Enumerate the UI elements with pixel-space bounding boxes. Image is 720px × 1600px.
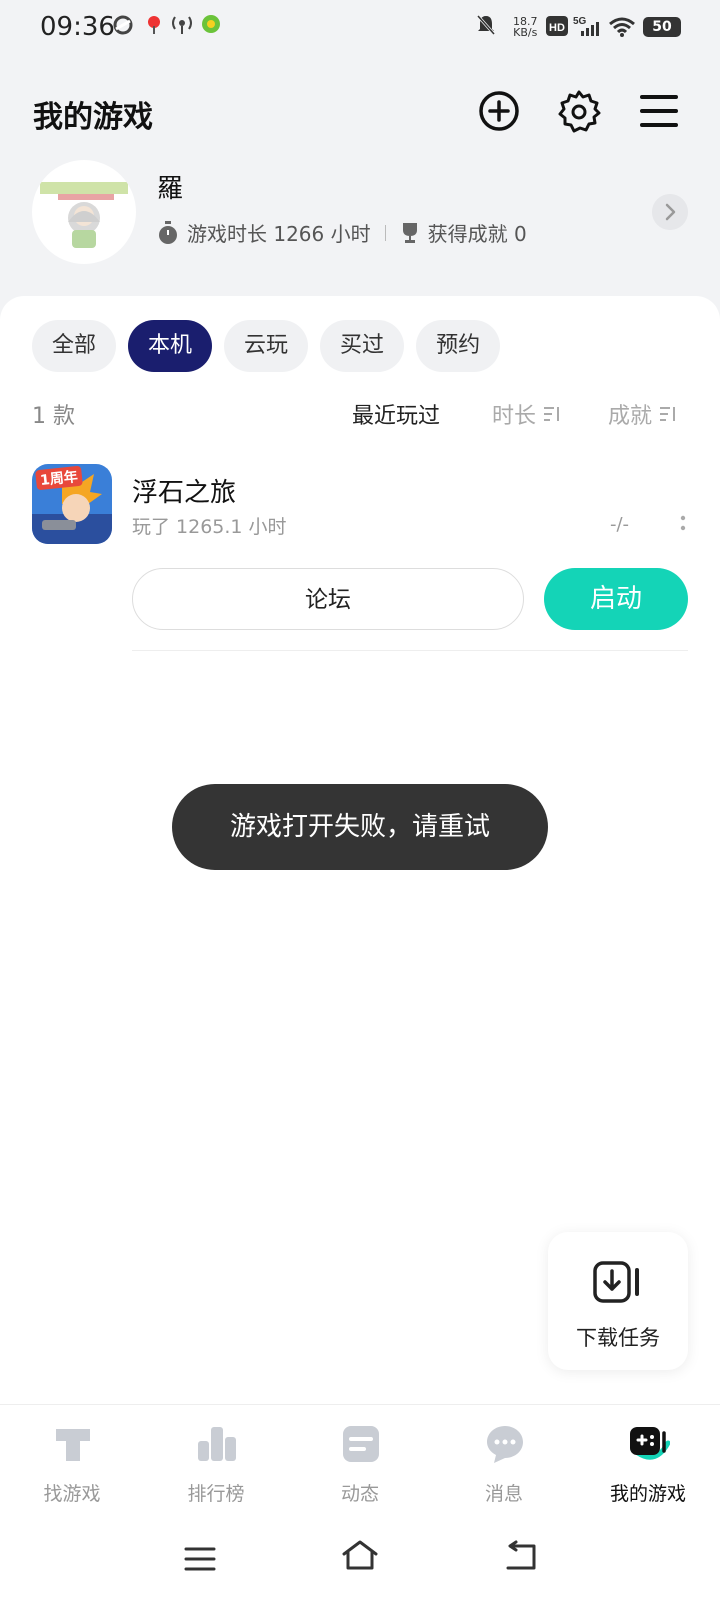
nav-label: 排行榜	[187, 1483, 245, 1505]
hd-icon: HD	[546, 16, 568, 36]
sort-achievement[interactable]: 成就	[608, 398, 678, 430]
tab-reserved[interactable]: 预约	[416, 320, 501, 372]
play-time: 游戏时长 1266 小时	[187, 222, 371, 246]
hotspot-icon	[172, 16, 192, 34]
nav-find-games[interactable]: 找游戏	[0, 1405, 144, 1515]
row-divider	[132, 650, 688, 651]
nav-messages[interactable]: 消息	[432, 1405, 576, 1515]
mute-bell-icon	[476, 15, 496, 35]
recent-apps-icon[interactable]	[183, 1544, 217, 1574]
profile-stats: 游戏时长 1266 小时 获得成就 0	[157, 218, 527, 247]
nav-rankings[interactable]: 排行榜	[144, 1405, 288, 1515]
bottom-nav: 找游戏 排行榜 动态 消息 我的游戏	[0, 1404, 720, 1515]
find-games-icon	[56, 1429, 90, 1461]
forum-button[interactable]: 论坛	[132, 568, 524, 630]
add-icon[interactable]	[476, 88, 522, 134]
sort-order-icon	[660, 407, 676, 421]
sort-recent[interactable]: 最近玩过	[352, 398, 440, 430]
stats-divider	[384, 224, 386, 241]
filter-tabs: 全部 本机 云玩 买过 预约	[32, 320, 512, 372]
avatar[interactable]	[32, 160, 136, 264]
nav-label: 消息	[484, 1483, 523, 1505]
sort-time-label: 时长	[492, 404, 537, 429]
tab-local[interactable]: 本机	[128, 320, 213, 372]
more-options-icon[interactable]	[680, 514, 686, 534]
launch-button[interactable]: 启动	[544, 568, 688, 630]
feed-icon	[343, 1426, 379, 1462]
svg-text:5G: 5G	[573, 16, 587, 27]
system-nav-bar	[0, 1514, 720, 1600]
svg-text:HD: HD	[549, 22, 565, 34]
tab-cloud[interactable]: 云玩	[224, 320, 309, 372]
home-icon[interactable]	[340, 1538, 380, 1572]
game-icon[interactable]: 1周年	[32, 464, 112, 544]
download-tasks-button[interactable]: 下载任务	[548, 1232, 688, 1370]
status-time: 09:36	[40, 12, 115, 42]
tab-all[interactable]: 全部	[32, 320, 117, 372]
rankings-icon	[198, 1427, 236, 1461]
location-icon	[148, 16, 160, 34]
game-name[interactable]: 浮石之旅	[132, 472, 236, 509]
game-play-time: 玩了 1265.1 小时	[132, 516, 287, 538]
messages-icon	[487, 1426, 523, 1463]
profile-chevron-right-icon[interactable]	[652, 194, 688, 230]
back-icon[interactable]	[502, 1540, 538, 1572]
avatar-image	[40, 182, 128, 248]
battery-indicator: 50	[643, 17, 681, 37]
sort-achievement-label: 成就	[608, 404, 653, 429]
my-games-icon	[630, 1427, 670, 1460]
achievements: 获得成就 0	[427, 222, 527, 246]
signal-5g-icon: 5G	[573, 16, 599, 36]
network-speed: 18.7 KB/s	[513, 15, 538, 39]
sort-order-icon	[544, 407, 560, 421]
status-bar: 09:36 18.7 KB/s HD 5G 50	[0, 0, 720, 56]
wifi-icon	[609, 17, 635, 37]
tab-purchased[interactable]: 买过	[320, 320, 405, 372]
nav-label: 动态	[340, 1483, 379, 1505]
nav-label: 我的游戏	[609, 1483, 686, 1505]
app-badge-icon	[202, 15, 220, 33]
game-achievement-progress: -/-	[610, 514, 630, 535]
sort-time[interactable]: 时长	[492, 398, 562, 430]
app-notification-icon	[113, 15, 133, 35]
trophy-icon	[402, 222, 417, 243]
nav-feed[interactable]: 动态	[288, 1405, 432, 1515]
download-icon	[593, 1261, 639, 1303]
username: 羅	[157, 174, 184, 204]
nav-label: 找游戏	[43, 1483, 101, 1505]
stopwatch-icon	[159, 220, 177, 244]
download-tasks-label: 下载任务	[576, 1326, 660, 1350]
page-title: 我的游戏	[33, 100, 153, 135]
nav-my-games[interactable]: 我的游戏	[576, 1405, 720, 1515]
error-toast: 游戏打开失败，请重试	[172, 784, 548, 870]
game-count: 1 款	[32, 404, 75, 429]
menu-icon[interactable]	[636, 88, 682, 134]
settings-gear-icon[interactable]	[556, 88, 602, 134]
